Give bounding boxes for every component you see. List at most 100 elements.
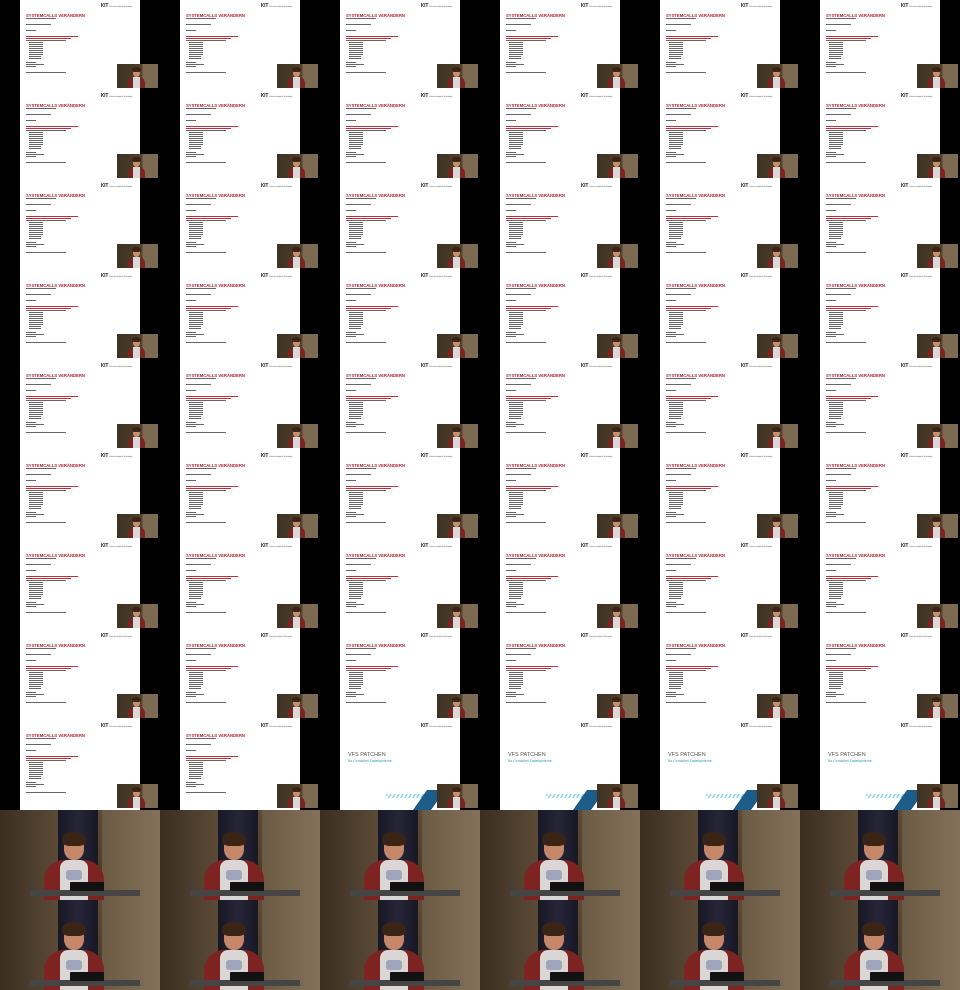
code-line: [669, 230, 683, 231]
frame-thumbnail[interactable]: KITKarlsruher Institut für Technologie S…: [640, 540, 800, 630]
code-line: [506, 648, 536, 649]
frame-thumbnail[interactable]: KITKarlsruher Institut für Technologie V…: [320, 720, 480, 810]
kit-logo: KITKarlsruher Institut für Technologie: [260, 273, 292, 279]
speaker-video-inset: [597, 694, 638, 718]
camera-frame[interactable]: [800, 810, 960, 900]
frame-thumbnail[interactable]: KITKarlsruher Institut für Technologie S…: [480, 630, 640, 720]
code-line: [346, 210, 356, 211]
frame-thumbnail[interactable]: KITKarlsruher Institut für Technologie S…: [480, 540, 640, 630]
code-line: [666, 308, 711, 309]
code-line: [29, 134, 43, 135]
camera-frame[interactable]: [320, 900, 480, 990]
frame-thumbnail[interactable]: KITKarlsruher Institut für Technologie S…: [160, 180, 320, 270]
frame-thumbnail[interactable]: KITKarlsruher Institut für Technologie S…: [800, 0, 960, 90]
frame-thumbnail[interactable]: KITKarlsruher Institut für Technologie S…: [800, 360, 960, 450]
frame-thumbnail[interactable]: KITKarlsruher Institut für Technologie S…: [0, 360, 160, 450]
frame-thumbnail[interactable]: KITKarlsruher Institut für Technologie S…: [0, 180, 160, 270]
code-line: [829, 680, 843, 681]
code-line: [186, 612, 226, 613]
frame-thumbnail[interactable]: KITKarlsruher Institut für Technologie S…: [480, 270, 640, 360]
kit-logo: KITKarlsruher Institut für Technologie: [740, 273, 772, 279]
frame-thumbnail[interactable]: KITKarlsruher Institut für Technologie S…: [480, 360, 640, 450]
frame-thumbnail[interactable]: KITKarlsruher Institut für Technologie V…: [640, 720, 800, 810]
frame-thumbnail[interactable]: KITKarlsruher Institut für Technologie S…: [480, 450, 640, 540]
code-line: [829, 414, 843, 415]
code-line: [189, 678, 203, 679]
frame-thumbnail[interactable]: KITKarlsruher Institut für Technologie S…: [480, 0, 640, 90]
frame-thumbnail[interactable]: KITKarlsruher Institut für Technologie S…: [320, 0, 480, 90]
code-line: [669, 594, 683, 595]
frame-thumbnail[interactable]: KITKarlsruher Institut für Technologie S…: [0, 450, 160, 540]
code-line: [189, 582, 203, 583]
frame-thumbnail[interactable]: KITKarlsruher Institut für Technologie S…: [320, 630, 480, 720]
frame-thumbnail[interactable]: KITKarlsruher Institut für Technologie S…: [0, 540, 160, 630]
code-line: [349, 144, 363, 145]
code-line: [506, 64, 524, 65]
camera-frame[interactable]: [480, 900, 640, 990]
frame-thumbnail[interactable]: KITKarlsruher Institut für Technologie S…: [480, 90, 640, 180]
frame-thumbnail[interactable]: KITKarlsruher Institut für Technologie S…: [160, 90, 320, 180]
frame-thumbnail[interactable]: KITKarlsruher Institut für Technologie S…: [640, 450, 800, 540]
code-line: [669, 682, 683, 683]
code-line: [666, 210, 676, 211]
frame-thumbnail[interactable]: KITKarlsruher Institut für Technologie S…: [640, 0, 800, 90]
frame-thumbnail[interactable]: KITKarlsruher Institut für Technologie S…: [480, 180, 640, 270]
frame-thumbnail[interactable]: KITKarlsruher Institut für Technologie S…: [800, 450, 960, 540]
frame-thumbnail[interactable]: KITKarlsruher Institut für Technologie S…: [0, 90, 160, 180]
camera-frame[interactable]: [0, 810, 160, 900]
frame-thumbnail[interactable]: KITKarlsruher Institut für Technologie S…: [320, 540, 480, 630]
code-line: [349, 412, 363, 413]
camera-frame[interactable]: [800, 900, 960, 990]
camera-frame[interactable]: [320, 810, 480, 900]
code-line: [826, 424, 844, 425]
code-line: [829, 54, 843, 55]
code-line: [826, 488, 871, 489]
frame-thumbnail[interactable]: KITKarlsruher Institut für Technologie S…: [320, 360, 480, 450]
code-line: [29, 224, 43, 225]
frame-thumbnail[interactable]: KITKarlsruher Institut für Technologie S…: [800, 180, 960, 270]
code-line: [666, 424, 684, 425]
frame-thumbnail[interactable]: KITKarlsruher Institut für Technologie S…: [0, 0, 160, 90]
frame-thumbnail[interactable]: KITKarlsruher Institut für Technologie S…: [320, 90, 480, 180]
camera-frame[interactable]: [160, 810, 320, 900]
frame-thumbnail[interactable]: KITKarlsruher Institut für Technologie V…: [800, 720, 960, 810]
frame-thumbnail[interactable]: KITKarlsruher Institut für Technologie S…: [640, 270, 800, 360]
code-line: [29, 410, 43, 411]
camera-frame[interactable]: [0, 900, 160, 990]
kit-logo: KITKarlsruher Institut für Technologie: [420, 363, 452, 369]
frame-thumbnail[interactable]: KITKarlsruher Institut für Technologie S…: [640, 90, 800, 180]
frame-thumbnail[interactable]: KITKarlsruher Institut für Technologie S…: [160, 450, 320, 540]
frame-thumbnail[interactable]: KITKarlsruher Institut für Technologie S…: [160, 540, 320, 630]
camera-frame[interactable]: [480, 810, 640, 900]
camera-frame[interactable]: [640, 810, 800, 900]
frame-thumbnail[interactable]: KITKarlsruher Institut für Technologie S…: [0, 720, 160, 810]
frame-thumbnail[interactable]: KITKarlsruher Institut für Technologie S…: [800, 270, 960, 360]
frame-thumbnail[interactable]: KITKarlsruher Institut für Technologie S…: [0, 270, 160, 360]
code-line: [669, 686, 681, 687]
code-line: [29, 500, 43, 501]
frame-thumbnail[interactable]: KITKarlsruher Institut für Technologie S…: [320, 180, 480, 270]
frame-thumbnail[interactable]: KITKarlsruher Institut für Technologie S…: [160, 360, 320, 450]
code-line: [669, 588, 683, 589]
code-line: [349, 676, 363, 677]
frame-thumbnail[interactable]: KITKarlsruher Institut für Technologie S…: [160, 720, 320, 810]
frame-thumbnail[interactable]: KITKarlsruher Institut für Technologie S…: [160, 630, 320, 720]
camera-frame[interactable]: [640, 900, 800, 990]
camera-frame[interactable]: [160, 900, 320, 990]
frame-thumbnail[interactable]: KITKarlsruher Institut für Technologie S…: [160, 0, 320, 90]
frame-thumbnail[interactable]: KITKarlsruher Institut für Technologie S…: [320, 450, 480, 540]
code-line: [669, 680, 683, 681]
frame-thumbnail[interactable]: KITKarlsruher Institut für Technologie V…: [480, 720, 640, 810]
code-line: [829, 46, 843, 47]
frame-thumbnail[interactable]: KITKarlsruher Institut für Technologie S…: [640, 360, 800, 450]
frame-thumbnail[interactable]: KITKarlsruher Institut für Technologie S…: [800, 90, 960, 180]
code-line: [669, 134, 683, 135]
frame-thumbnail[interactable]: KITKarlsruher Institut für Technologie S…: [640, 630, 800, 720]
code-line: [349, 496, 363, 497]
frame-thumbnail[interactable]: KITKarlsruher Institut für Technologie S…: [800, 630, 960, 720]
frame-thumbnail[interactable]: KITKarlsruher Institut für Technologie S…: [0, 630, 160, 720]
frame-thumbnail[interactable]: KITKarlsruher Institut für Technologie S…: [160, 270, 320, 360]
frame-thumbnail[interactable]: KITKarlsruher Institut für Technologie S…: [640, 180, 800, 270]
frame-thumbnail[interactable]: KITKarlsruher Institut für Technologie S…: [320, 270, 480, 360]
frame-thumbnail[interactable]: KITKarlsruher Institut für Technologie S…: [800, 540, 960, 630]
